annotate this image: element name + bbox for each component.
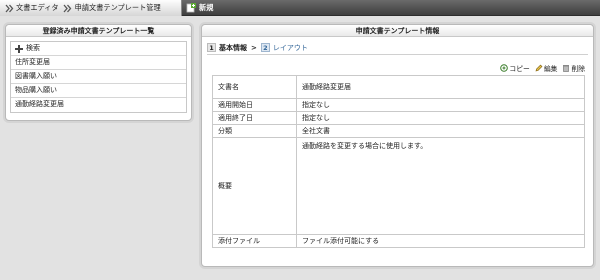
field-label: 添付ファイル xyxy=(212,234,297,248)
table-row: 添付ファイル ファイル添付可能にする xyxy=(212,234,585,248)
breadcrumb-item-editor[interactable]: 文書エディタ xyxy=(0,0,59,16)
template-info-panel: 申請文書テンプレート情報 1 基本情報 > 2 レイアウト コピー 編集 削除 … xyxy=(201,24,594,267)
breadcrumb: 文書エディタ 申請文書テンプレート管理 xyxy=(0,0,182,16)
field-label: 適用終了日 xyxy=(212,111,297,125)
table-row: 分類 全社文書 xyxy=(212,124,585,138)
trash-icon xyxy=(562,64,570,72)
tab-label: 基本情報 xyxy=(219,43,247,52)
delete-label: 削除 xyxy=(571,65,585,73)
step-number: 1 xyxy=(207,43,216,52)
copy-button[interactable]: コピー xyxy=(500,63,530,73)
table-row: 適用開始日 指定なし xyxy=(212,98,585,112)
new-button[interactable]: 新規 xyxy=(186,2,213,14)
field-label: 分類 xyxy=(212,124,297,138)
new-button-label: 新規 xyxy=(199,3,214,12)
copy-icon xyxy=(500,64,509,72)
template-detail-table: 文書名 通勤経路変更届 適用開始日 指定なし 適用終了日 指定なし 分類 全社文… xyxy=(212,75,585,248)
chevron-right-icon xyxy=(63,3,73,13)
field-label: 文書名 xyxy=(212,75,297,99)
pencil-icon xyxy=(535,64,543,72)
template-list-panel: 登録済み申請文書テンプレート一覧 検索 住所変更届 図書購入願い 物品購入願い … xyxy=(5,24,192,121)
field-value: 通勤経路変更届 xyxy=(296,75,585,99)
field-value: 指定なし xyxy=(296,98,585,112)
list-item[interactable]: 図書購入願い xyxy=(11,70,186,84)
list-item[interactable]: 物品購入願い xyxy=(11,84,186,98)
copy-label: コピー xyxy=(509,65,530,73)
new-document-icon xyxy=(186,3,196,13)
list-item[interactable]: 住所変更届 xyxy=(11,56,186,70)
search-button[interactable]: 検索 xyxy=(11,42,186,56)
action-toolbar: コピー 編集 削除 xyxy=(495,63,585,73)
step-separator: > xyxy=(251,43,257,52)
field-value: 指定なし xyxy=(296,111,585,125)
table-row: 概要 通勤経路を変更する場合に使用します。 xyxy=(212,137,585,235)
template-info-title: 申請文書テンプレート情報 xyxy=(202,25,593,37)
top-toolbar: 文書エディタ 申請文書テンプレート管理 新規 xyxy=(0,0,600,16)
table-row: 文書名 通勤経路変更届 xyxy=(212,75,585,99)
table-row: 適用終了日 指定なし xyxy=(212,111,585,125)
tab-layout[interactable]: 2 レイアウト xyxy=(260,43,308,53)
field-label: 適用開始日 xyxy=(212,98,297,112)
tab-label: レイアウト xyxy=(272,43,308,52)
template-list-title: 登録済み申請文書テンプレート一覧 xyxy=(6,25,191,37)
list-item[interactable]: 通勤経路変更届 xyxy=(11,98,186,112)
step-tabs: 1 基本情報 > 2 レイアウト xyxy=(207,41,588,55)
field-value: 全社文書 xyxy=(296,124,585,138)
tab-basic-info[interactable]: 1 基本情報 xyxy=(207,43,247,53)
breadcrumb-label: 申請文書テンプレート管理 xyxy=(74,3,161,12)
breadcrumb-label: 文書エディタ xyxy=(16,3,59,12)
plus-icon xyxy=(15,44,23,53)
edit-label: 編集 xyxy=(543,65,558,73)
breadcrumb-item-template-manager[interactable]: 申請文書テンプレート管理 xyxy=(59,0,161,16)
step-number: 2 xyxy=(260,43,270,52)
template-list: 検索 住所変更届 図書購入願い 物品購入願い 通勤経路変更届 xyxy=(10,41,187,113)
field-value: ファイル添付可能にする xyxy=(296,234,585,248)
field-value: 通勤経路を変更する場合に使用します。 xyxy=(296,137,585,235)
field-label: 概要 xyxy=(212,137,297,235)
search-label: 検索 xyxy=(26,44,40,52)
delete-button[interactable]: 削除 xyxy=(562,63,585,73)
chevron-right-icon xyxy=(4,3,14,13)
edit-button[interactable]: 編集 xyxy=(535,63,558,73)
